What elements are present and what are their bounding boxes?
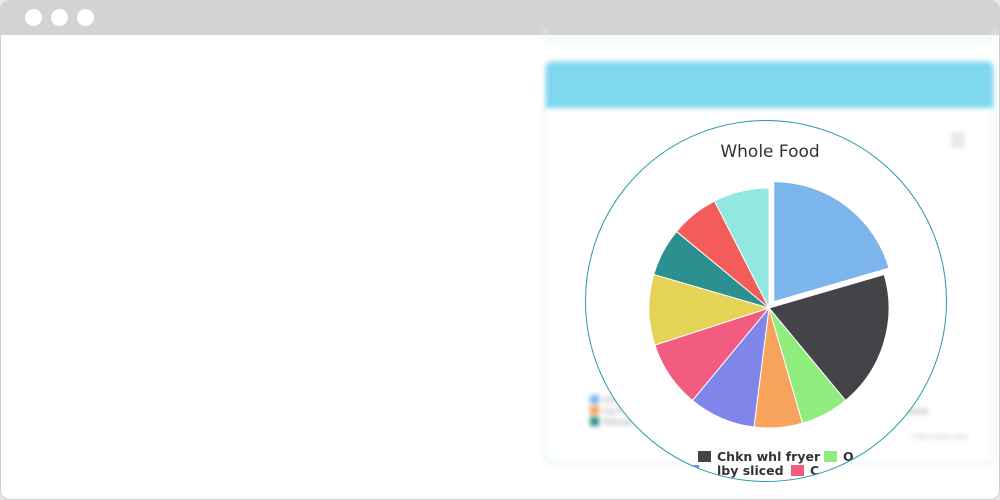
pie-chart: Whole Food Chkn whl fryer Olby sliced C [648,142,890,478]
chart-title: Whole Food [720,142,819,162]
window-maximize-dot[interactable] [77,9,94,26]
hamburger-menu-icon[interactable] [951,134,965,146]
magnifier-lens: Whole Food Chkn whl fryer Olby sliced C [585,120,947,482]
legend-swatch-1[interactable] [698,451,711,462]
legend-label-1[interactable]: Chkn whl fryer [717,449,821,464]
previous-card-edge [544,27,995,41]
chart-legend: Chkn whl fryer Olby sliced C [686,449,854,478]
window-minimize-dot[interactable] [51,9,68,26]
page-content: Pork ch...Cg R BeefRdsndl roastn......ng… [1,27,999,499]
legend-swatch-4[interactable] [791,465,804,476]
legend-swatch-3[interactable] [686,465,699,476]
legend-label-3[interactable]: lby sliced [717,463,784,478]
chart-card-header [546,62,993,108]
window-close-dot[interactable] [25,9,42,26]
browser-window: Pork ch...Cg R BeefRdsndl roastn......ng… [0,0,1000,500]
pie-slices [648,181,890,429]
legend-label-4[interactable]: C [810,463,819,478]
legend-swatch-2[interactable] [824,451,837,462]
legend-label-2[interactable]: O [843,449,854,464]
